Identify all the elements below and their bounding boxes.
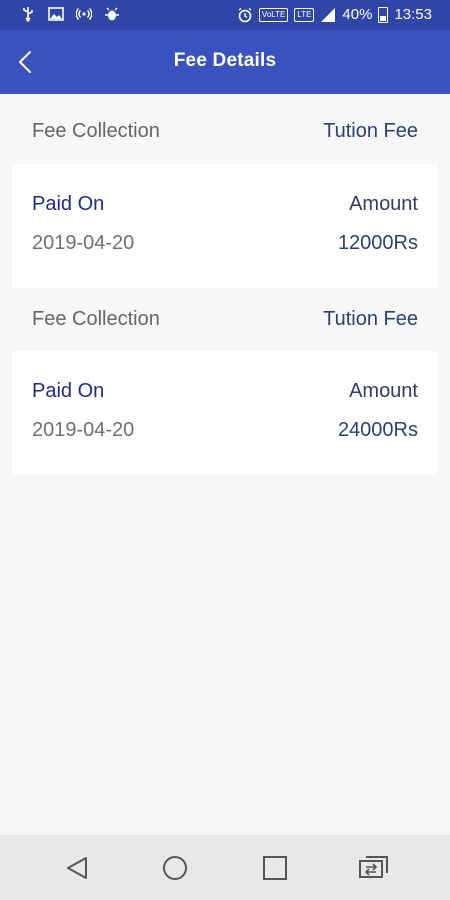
fee-card-labels: Paid On Amount — [32, 380, 418, 403]
amount-label: Amount — [349, 380, 418, 402]
paid-on-date: 2019-04-20 — [32, 419, 135, 441]
app-bar: Fee Details — [0, 30, 450, 94]
recents-square-icon — [263, 856, 287, 880]
battery-percent: 40% — [342, 6, 373, 23]
switch-sim-icon — [359, 856, 388, 878]
volte-badge: VoLTE — [258, 7, 289, 22]
nav-home-button[interactable] — [160, 853, 190, 883]
amount-value: 24000Rs — [337, 419, 418, 441]
paid-on-label: Paid On — [32, 380, 105, 402]
fee-type-label: Tution Fee — [323, 308, 418, 330]
home-circle-icon — [163, 856, 187, 880]
status-system: VoLTE LTE 40% 13:53 — [237, 6, 432, 23]
usb-icon — [23, 7, 33, 22]
image-icon — [48, 7, 64, 21]
fee-list: Fee Collection Tution Fee Paid On Amount… — [0, 94, 450, 475]
triangle-back-icon — [67, 857, 87, 879]
fee-type-label: Tution Fee — [323, 120, 418, 142]
amount-value: 12000Rs — [337, 232, 418, 254]
alarm-icon — [238, 7, 252, 22]
system-nav-bar — [0, 835, 450, 900]
fee-category-label: Fee Collection — [32, 308, 160, 330]
clock: 13:53 — [394, 6, 432, 23]
fee-card[interactable]: Paid On Amount 2019-04-20 12000Rs — [12, 164, 438, 288]
battery-icon — [378, 6, 389, 23]
debug-icon — [105, 7, 119, 21]
fee-group: Fee Collection Tution Fee Paid On Amount… — [0, 288, 450, 475]
fee-group: Fee Collection Tution Fee Paid On Amount… — [0, 94, 450, 288]
paid-on-label: Paid On — [32, 193, 105, 215]
paid-on-date: 2019-04-20 — [32, 232, 135, 254]
fee-group-header: Fee Collection Tution Fee — [0, 288, 450, 351]
amount-label: Amount — [349, 193, 418, 215]
status-notifications — [20, 6, 120, 22]
page-title: Fee Details — [173, 50, 277, 71]
fee-card[interactable]: Paid On Amount 2019-04-20 24000Rs — [12, 351, 438, 475]
fee-group-header: Fee Collection Tution Fee — [0, 94, 450, 164]
fee-card-values: 2019-04-20 12000Rs — [32, 232, 418, 255]
status-bar: VoLTE LTE 40% 13:53 — [0, 0, 450, 30]
hotspot-icon — [76, 8, 92, 20]
fee-category-label: Fee Collection — [32, 120, 160, 142]
nav-back-button[interactable] — [62, 853, 92, 883]
lte-badge: LTE — [294, 7, 315, 22]
signal-icon — [321, 7, 336, 22]
fee-card-labels: Paid On Amount — [32, 193, 418, 216]
nav-recents-button[interactable] — [260, 853, 290, 883]
nav-switch-button[interactable] — [358, 853, 388, 883]
fee-card-values: 2019-04-20 24000Rs — [32, 419, 418, 442]
